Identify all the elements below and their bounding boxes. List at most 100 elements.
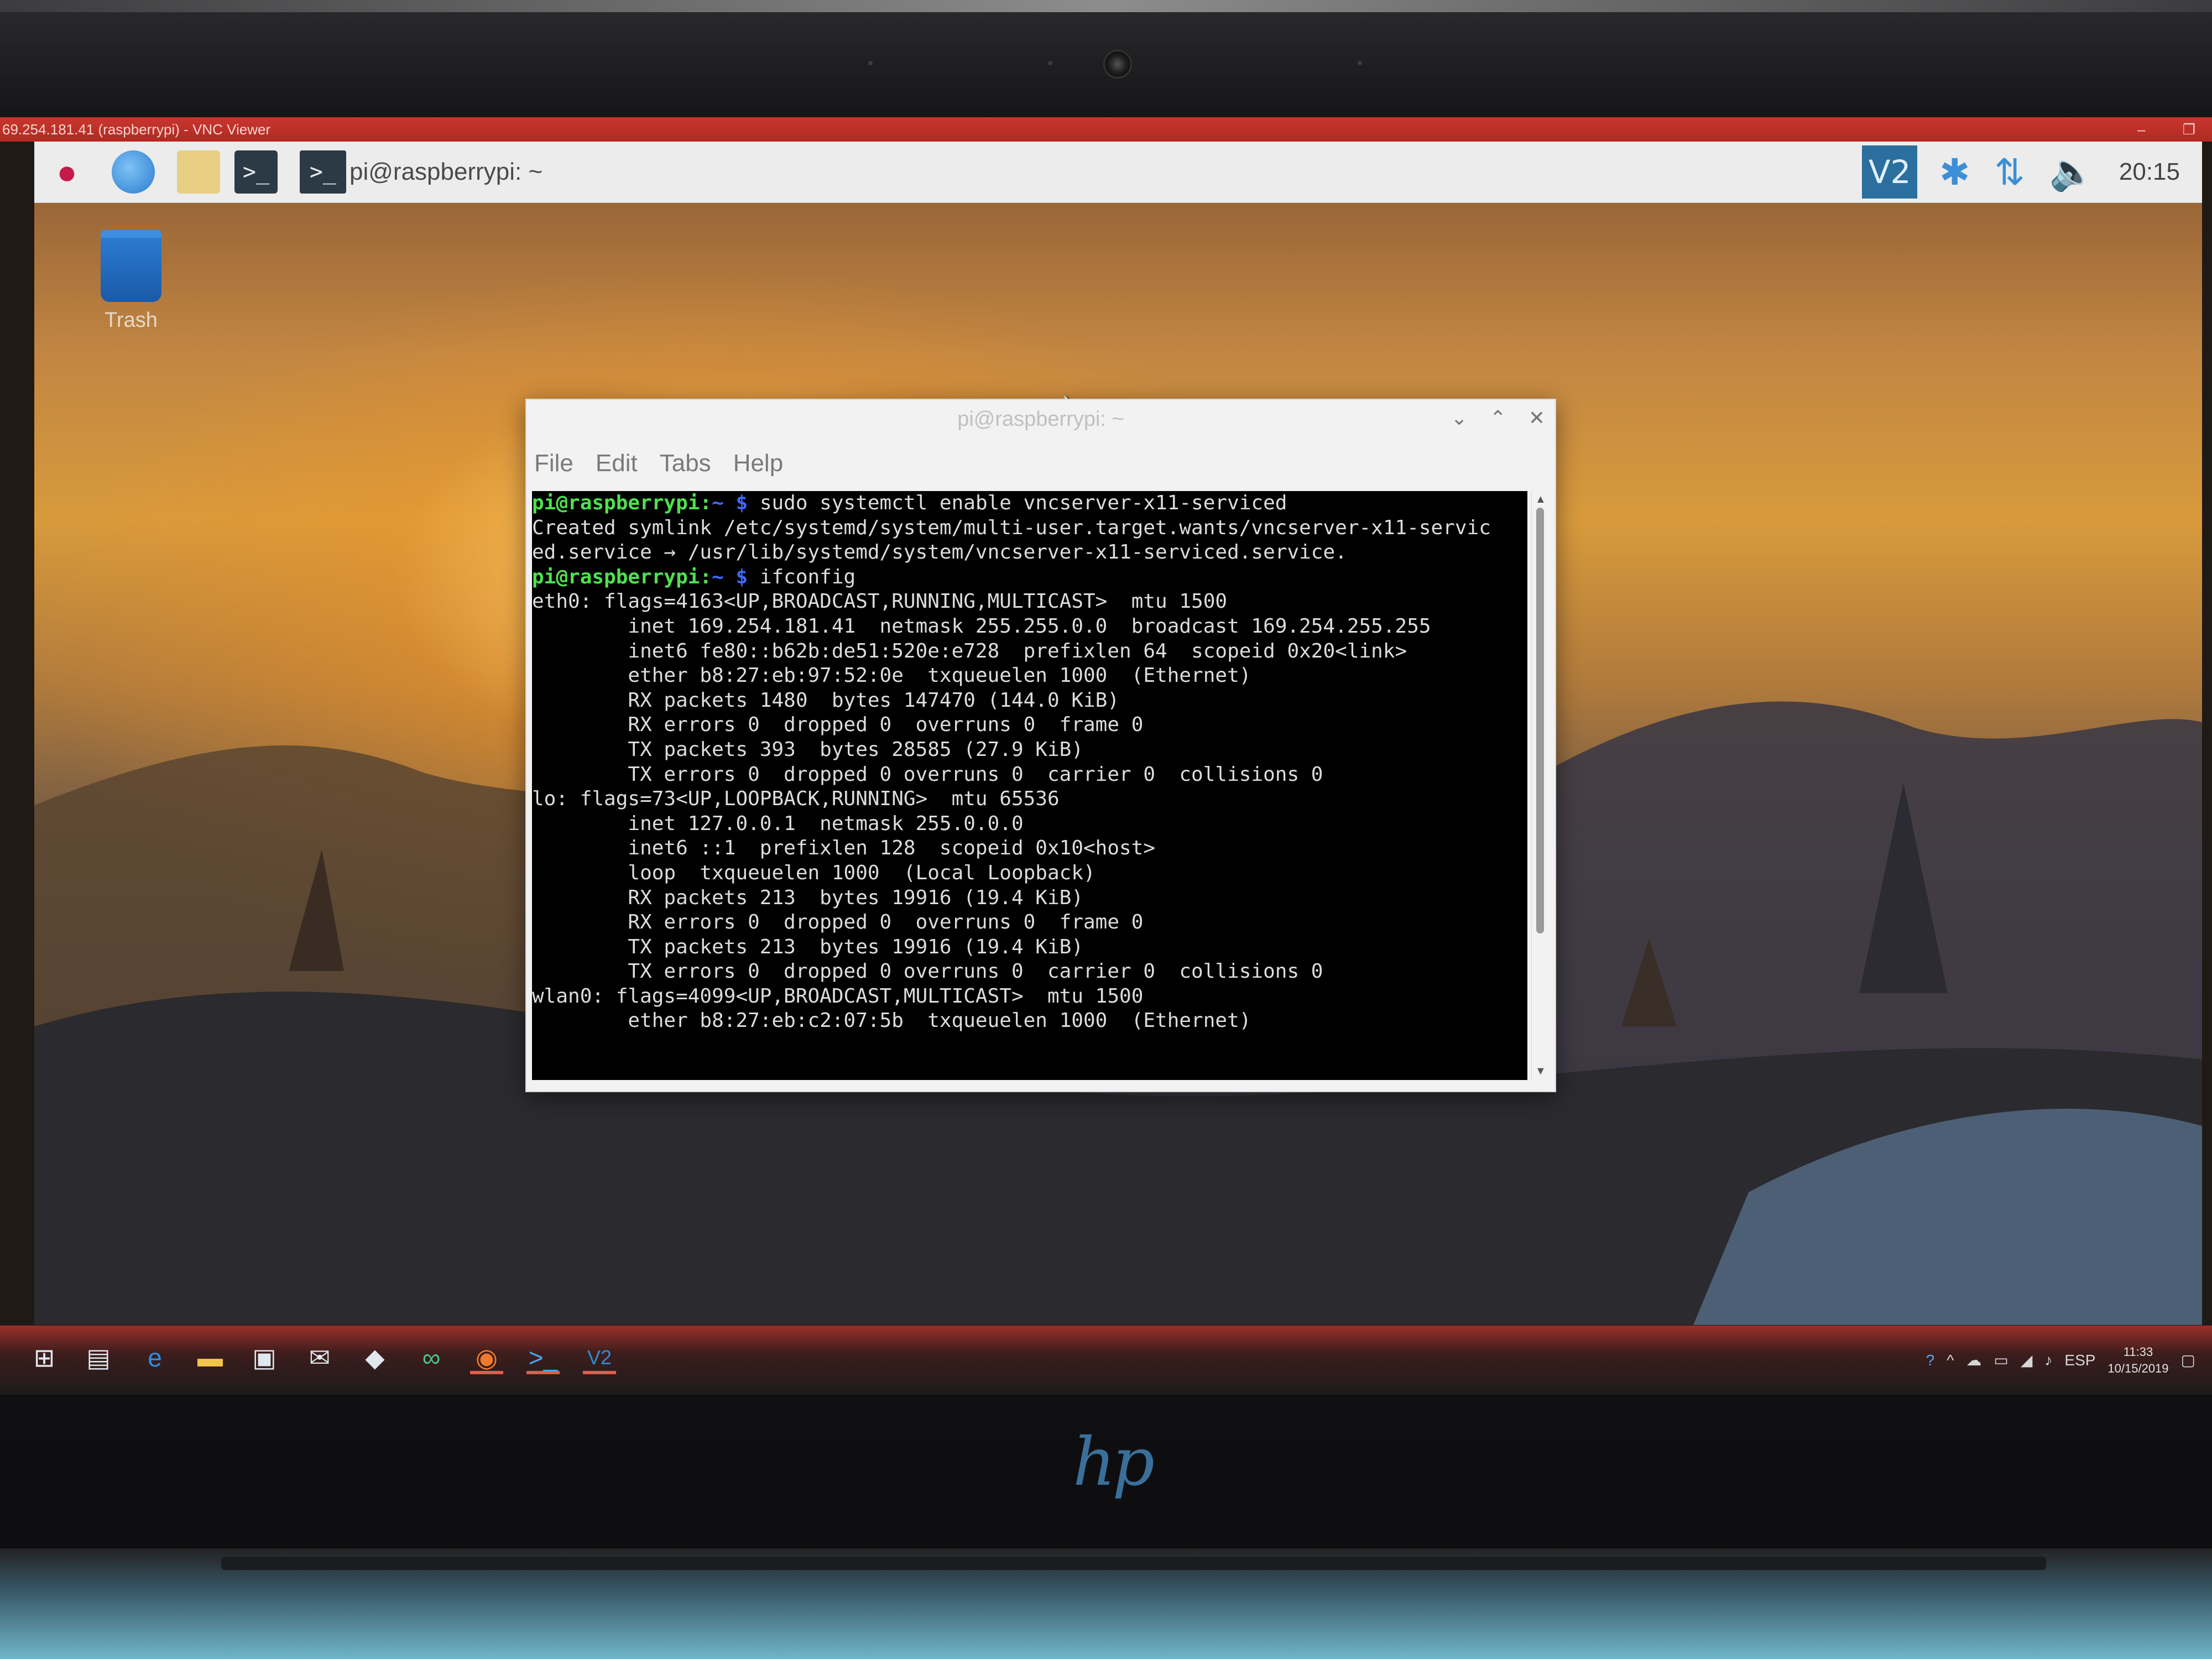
menu-edit[interactable]: Edit xyxy=(596,450,638,477)
minimize-button[interactable]: – xyxy=(2137,121,2145,138)
minimize-icon[interactable]: ⌄ xyxy=(1451,406,1467,430)
firefox-icon[interactable]: ◉ xyxy=(470,1341,503,1374)
terminal-line: inet 169.254.181.41 netmask 255.255.0.0 … xyxy=(532,614,1527,639)
terminal-text: sudo systemctl enable vncserver-x11-serv… xyxy=(748,492,1287,514)
vnc-viewer-titlebar[interactable]: 69.254.181.41 (raspberrypi) - VNC Viewer… xyxy=(0,117,2212,142)
sensor-dot xyxy=(1358,61,1362,65)
volume-icon[interactable]: 🔈 xyxy=(2049,150,2095,194)
terminal-text: inet 169.254.181.41 netmask 255.255.0.0 … xyxy=(532,614,1431,638)
terminal-line: ether b8:27:eb:97:52:0e txqueuelen 1000 … xyxy=(532,664,1527,688)
remote-desktop[interactable]: ● >_ >_ pi@raspberrypi: ~ V2 ✱ ⇅ 🔈 20:15 xyxy=(34,142,2202,1325)
terminal-text: TX errors 0 dropped 0 overruns 0 carrier… xyxy=(532,763,1323,786)
terminal-text: ether b8:27:eb:97:52:0e txqueuelen 1000 … xyxy=(532,664,1251,687)
terminal-line: TX packets 213 bytes 19916 (19.4 KiB) xyxy=(532,935,1527,960)
terminal-text: TX packets 213 bytes 19916 (19.4 KiB) xyxy=(532,935,1083,958)
terminal-text: inet6 ::1 prefixlen 128 scopeid 0x10<hos… xyxy=(532,837,1156,860)
speaker-icon[interactable]: ♪ xyxy=(2044,1352,2052,1369)
laptop-screen: 69.254.181.41 (raspberrypi) - VNC Viewer… xyxy=(0,117,2212,1395)
terminal-line: TX packets 393 bytes 28585 (27.9 KiB) xyxy=(532,738,1527,763)
trash-label: Trash xyxy=(105,309,158,332)
web-browser-icon[interactable] xyxy=(112,150,155,194)
terminal-line: lo: flags=73<UP,LOOPBACK,RUNNING> mtu 65… xyxy=(532,787,1527,812)
terminal-window-controls: ⌄ ⌃ ✕ xyxy=(1451,406,1545,430)
menu-file[interactable]: File xyxy=(534,450,573,477)
terminal-text: TX packets 393 bytes 28585 (27.9 KiB) xyxy=(532,738,1083,761)
chevron-up-icon[interactable]: ^ xyxy=(1947,1352,1954,1369)
vnc-server-icon[interactable]: V2 xyxy=(1862,145,1918,199)
terminal-window[interactable]: pi@raspberrypi: ~ ⌄ ⌃ ✕ File Edit Tabs H… xyxy=(525,399,1556,1092)
file-explorer-icon[interactable]: ▬ xyxy=(194,1341,227,1374)
terminal-line: loop txqueuelen 1000 (Local Loopback) xyxy=(532,861,1527,886)
store-icon[interactable]: ▣ xyxy=(248,1341,281,1374)
terminal-text: ether b8:27:eb:c2:07:5b txqueuelen 1000 … xyxy=(532,1009,1251,1032)
raspberry-pi-panel: ● >_ >_ pi@raspberrypi: ~ V2 ✱ ⇅ 🔈 20:15 xyxy=(34,142,2202,203)
terminal-line: inet 127.0.0.1 netmask 255.0.0.0 xyxy=(532,812,1527,837)
sensor-dot xyxy=(868,61,873,65)
bluetooth-icon[interactable]: ✱ xyxy=(1939,151,1970,194)
windows-taskbar: ⊞ ▤ e ▬ ▣ ✉ ◆ ∞ ◉ >_ V2 ? ^ ☁ ▭ ◢ ♪ ESP … xyxy=(0,1326,2212,1395)
dropbox-icon[interactable]: ◆ xyxy=(358,1341,392,1374)
terminal-text: inet 127.0.0.1 netmask 255.0.0.0 xyxy=(532,812,1024,835)
language-indicator[interactable]: ESP xyxy=(2064,1352,2095,1369)
file-manager-icon[interactable] xyxy=(177,150,220,194)
task-view-icon[interactable]: ▤ xyxy=(82,1341,115,1374)
terminal-text: ifconfig xyxy=(748,565,856,588)
restore-button[interactable]: ❐ xyxy=(2183,121,2195,138)
scroll-up-icon[interactable]: ▲ xyxy=(1535,493,1546,506)
trash-desktop-item[interactable]: Trash xyxy=(95,230,167,332)
terminal-line: ether b8:27:eb:c2:07:5b txqueuelen 1000 … xyxy=(532,1009,1527,1034)
hp-logo: hp xyxy=(1073,1424,1155,1501)
menu-help[interactable]: Help xyxy=(733,450,784,477)
edge-browser-icon[interactable]: e xyxy=(138,1341,171,1374)
terminal-text: inet6 fe80::b62b:de51:520e:e728 prefixle… xyxy=(532,639,1407,662)
terminal-line: inet6 ::1 prefixlen 128 scopeid 0x10<hos… xyxy=(532,836,1527,861)
terminal-line: Created symlink /etc/systemd/system/mult… xyxy=(532,516,1527,541)
pi-system-tray: V2 ✱ ⇅ 🔈 20:15 xyxy=(1862,142,2202,202)
panel-clock: 20:15 xyxy=(2119,158,2180,185)
taskbar-terminal-window[interactable]: >_ pi@raspberrypi: ~ xyxy=(300,148,609,196)
scrollbar-thumb[interactable] xyxy=(1536,508,1544,933)
hinge-bar xyxy=(221,1557,2046,1570)
action-center-icon[interactable]: ▢ xyxy=(2181,1351,2195,1369)
prompt-symbol: ~ $ xyxy=(712,565,748,588)
help-icon[interactable]: ? xyxy=(1926,1352,1935,1369)
terminal-line: RX packets 213 bytes 19916 (19.4 KiB) xyxy=(532,886,1527,911)
terminal-text: eth0: flags=4163<UP,BROADCAST,RUNNING,MU… xyxy=(532,590,1228,613)
mail-icon[interactable]: ✉ xyxy=(303,1341,336,1374)
terminal-line: TX errors 0 dropped 0 overruns 0 carrier… xyxy=(532,763,1527,787)
terminal-launcher-icon[interactable]: >_ xyxy=(234,150,278,194)
prompt-user: pi@raspberrypi: xyxy=(532,565,712,588)
arduino-icon[interactable]: ∞ xyxy=(415,1341,448,1374)
vnc-window-title: 69.254.181.41 (raspberrypi) - VNC Viewer xyxy=(2,121,271,138)
terminal-line: ed.service → /usr/lib/systemd/system/vnc… xyxy=(532,540,1527,565)
menu-tabs[interactable]: Tabs xyxy=(660,450,711,477)
terminal-text: RX errors 0 dropped 0 overruns 0 frame 0 xyxy=(532,911,1144,934)
terminal-app-icon[interactable]: >_ xyxy=(526,1341,560,1374)
terminal-line: RX errors 0 dropped 0 overruns 0 frame 0 xyxy=(532,713,1527,738)
prompt-user: pi@raspberrypi: xyxy=(532,492,712,514)
laptop-bezel: 69.254.181.41 (raspberrypi) - VNC Viewer… xyxy=(0,0,2212,1659)
network-icon[interactable]: ⇅ xyxy=(1994,151,2025,194)
terminal-text: RX packets 213 bytes 19916 (19.4 KiB) xyxy=(532,886,1083,909)
terminal-line: TX errors 0 dropped 0 overruns 0 carrier… xyxy=(532,959,1527,984)
terminal-text: wlan0: flags=4099<UP,BROADCAST,MULTICAST… xyxy=(532,984,1144,1008)
windows-start-icon[interactable]: ⊞ xyxy=(28,1341,61,1374)
onedrive-icon[interactable]: ☁ xyxy=(1966,1351,1981,1369)
terminal-text: TX errors 0 dropped 0 overruns 0 carrier… xyxy=(532,960,1323,983)
taskbar-terminal-label: pi@raspberrypi: ~ xyxy=(349,158,543,185)
vnc-viewer-taskbar-icon[interactable]: V2 xyxy=(583,1341,616,1374)
raspberry-menu-icon[interactable]: ● xyxy=(45,150,88,194)
battery-icon[interactable]: ▭ xyxy=(1994,1351,2008,1369)
terminal-line: wlan0: flags=4099<UP,BROADCAST,MULTICAST… xyxy=(532,984,1527,1009)
terminal-line: RX packets 1480 bytes 147470 (144.0 KiB) xyxy=(532,688,1527,713)
prompt-symbol: ~ $ xyxy=(712,492,748,514)
terminal-scrollbar[interactable]: ▲ ▼ xyxy=(1531,491,1548,1080)
terminal-output[interactable]: pi@raspberrypi:~ $ sudo systemctl enable… xyxy=(532,491,1527,1080)
close-icon[interactable]: ✕ xyxy=(1528,406,1545,430)
windows-date: 10/15/2019 xyxy=(2107,1361,2169,1375)
wifi-icon[interactable]: ◢ xyxy=(2021,1351,2033,1369)
scroll-down-icon[interactable]: ▼ xyxy=(1535,1065,1546,1078)
windows-clock[interactable]: 11:33 10/15/2019 xyxy=(2107,1344,2168,1377)
maximize-icon[interactable]: ⌃ xyxy=(1490,406,1506,430)
terminal-title: pi@raspberrypi: ~ xyxy=(957,408,1124,431)
